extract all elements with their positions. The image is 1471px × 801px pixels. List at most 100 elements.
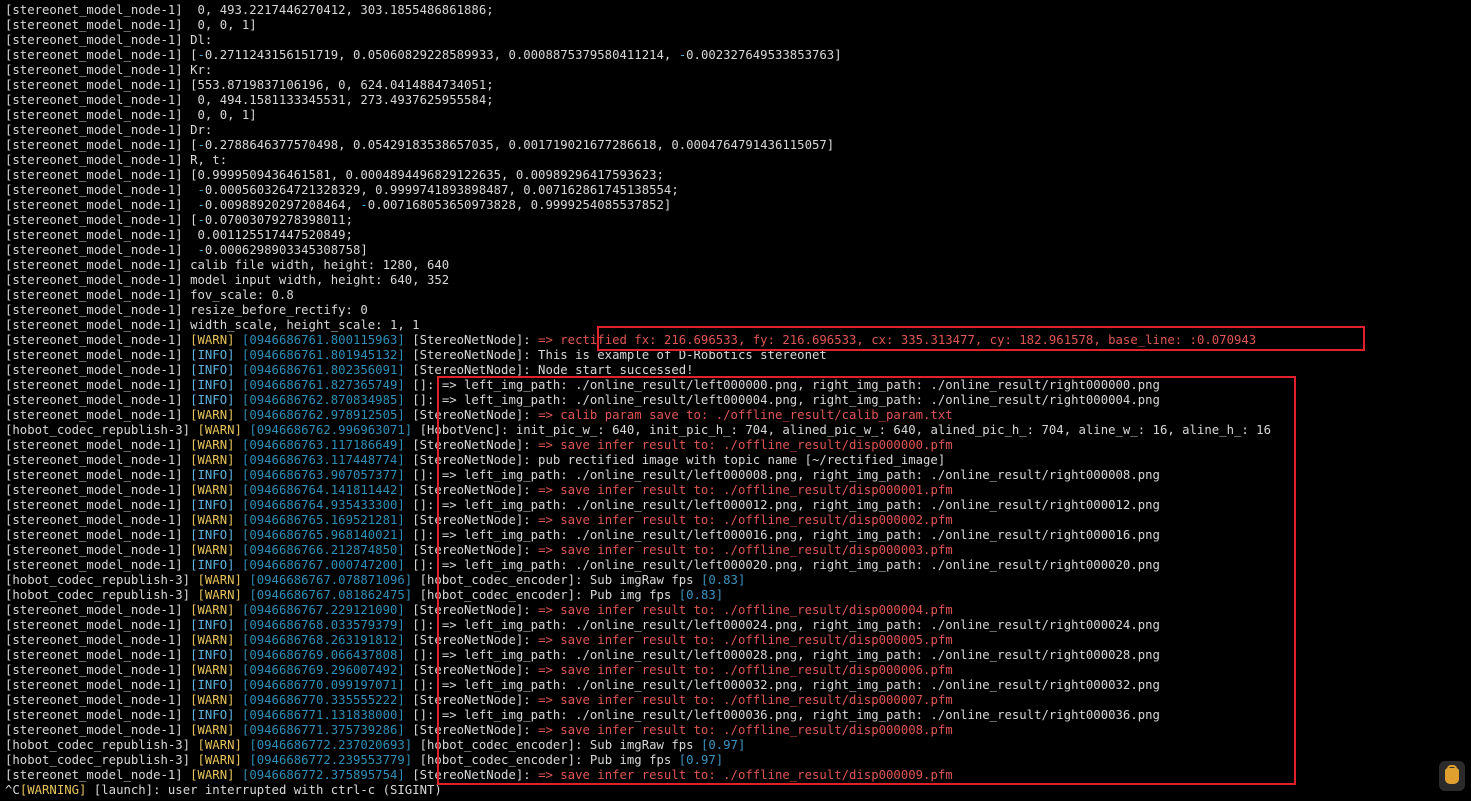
- log-text: [StereoNetNode]:: [404, 438, 539, 452]
- log-text: [stereonet_model_node-1] [: [5, 138, 198, 152]
- log-text: [stereonet_model_node-1]: [5, 663, 191, 677]
- log-text: [stereonet_model_node-1]: [5, 543, 191, 557]
- log-text: 0.002327649533853763]: [686, 48, 842, 62]
- log-text: [stereonet_model_node-1]: [5, 558, 191, 572]
- log-text: [stereonet_model_node-1]: [5, 693, 191, 707]
- terminal-line: [stereonet_model_node-1] calib file widt…: [5, 258, 1450, 273]
- log-text: []: => left_img_path: ./online_result/le…: [404, 468, 1160, 482]
- log-text: [stereonet_model_node-1] model input wid…: [5, 273, 450, 287]
- assistant-button[interactable]: [1439, 761, 1465, 791]
- log-text: [StereoNetNode]: Node start successed!: [404, 363, 694, 377]
- log-text: [stereonet_model_node-1]: [5, 363, 191, 377]
- log-text: [stereonet_model_node-1]: [5, 483, 191, 497]
- log-level-info: [INFO]: [190, 348, 235, 362]
- terminal-output[interactable]: [stereonet_model_node-1] 0, 493.22174462…: [5, 3, 1450, 801]
- log-text: [launch]: user interrupted with ctrl-c (…: [86, 783, 442, 797]
- log-text: [stereonet_model_node-1] 0, 493.22174462…: [5, 3, 494, 17]
- log-level-warn: [WARN]: [190, 723, 235, 737]
- log-text: []: => left_img_path: ./online_result/le…: [404, 648, 1160, 662]
- terminal-line: [stereonet_model_node-1] [WARN] [0946686…: [5, 633, 1450, 648]
- log-text: [stereonet_model_node-1] [0.999950943646…: [5, 168, 664, 182]
- log-timestamp: [0946686772.237020693]: [249, 738, 413, 752]
- log-level-info: [INFO]: [190, 363, 235, 377]
- minus-sign: -: [197, 198, 205, 212]
- fps-value: [0.83]: [700, 573, 746, 587]
- terminal-line: [stereonet_model_node-1] [INFO] [0946686…: [5, 498, 1450, 513]
- log-text: [stereonet_model_node-1]: [5, 723, 191, 737]
- log-level-warn: [WARN]: [190, 603, 235, 617]
- minus-sign: -: [197, 183, 205, 197]
- log-text: [stereonet_model_node-1] 0, 0, 1]: [5, 18, 257, 32]
- log-text: [stereonet_model_node-1]: [5, 603, 191, 617]
- log-text: 0.2711243156151719, 0.05060829228589933,…: [204, 48, 679, 62]
- log-level-warn: [WARN]: [190, 768, 235, 782]
- log-text: [StereoNetNode]:: [404, 513, 539, 527]
- log-text: [stereonet_model_node-1]: [5, 408, 191, 422]
- log-timestamp: [0946686761.802356091]: [241, 363, 405, 377]
- log-text: [StereoNetNode]:: [404, 483, 539, 497]
- log-timestamp: [0946686762.978912505]: [241, 408, 405, 422]
- log-level-warn: [WARN]: [190, 543, 235, 557]
- log-timestamp: [0946686764.141811442]: [241, 483, 405, 497]
- log-timestamp: [0946686762.996963071]: [249, 423, 413, 437]
- log-text: 0.2788646377570498, 0.05429183538657035,…: [204, 138, 835, 152]
- log-text: [stereonet_model_node-1]: [5, 618, 191, 632]
- log-highlight-text: => save infer result to: ./offline_resul…: [538, 768, 953, 782]
- log-text: [StereoNetNode]:: [404, 408, 539, 422]
- log-text: [stereonet_model_node-1] 0, 0, 1]: [5, 108, 257, 122]
- terminal-line: ^C[WARNING] [launch]: user interrupted w…: [5, 783, 1450, 798]
- log-text: [hobot_codec_republish-3]: [5, 753, 198, 767]
- log-timestamp: [0946686761.801945132]: [241, 348, 405, 362]
- log-level-warn: [WARN]: [197, 753, 242, 767]
- scrollbar-thumb[interactable]: [1462, 6, 1468, 786]
- log-level-warn: [WARN]: [190, 483, 235, 497]
- terminal-line: [stereonet_model_node-1] [INFO] [0946686…: [5, 678, 1450, 693]
- assistant-icon: [1445, 765, 1459, 784]
- log-highlight-text: => rectified fx: 216.696533, fy: 216.696…: [538, 333, 1257, 347]
- log-text: [stereonet_model_node-1]: [5, 678, 191, 692]
- log-level-info: [INFO]: [190, 468, 235, 482]
- log-text: 0.07003079278398011;: [204, 213, 353, 227]
- log-text: [stereonet_model_node-1] fov_scale: 0.8: [5, 288, 294, 302]
- log-level-warn: [WARN]: [190, 633, 235, 647]
- terminal-line: [stereonet_model_node-1] [WARN] [0946686…: [5, 483, 1450, 498]
- log-text: [hobot_codec_republish-3]: [5, 573, 198, 587]
- terminal-line: [hobot_codec_republish-3] [WARN] [094668…: [5, 423, 1450, 438]
- log-text: [stereonet_model_node-1]: [5, 648, 191, 662]
- terminal-line: [stereonet_model_node-1] [WARN] [0946686…: [5, 603, 1450, 618]
- log-timestamp: [0946686763.907057377]: [241, 468, 405, 482]
- terminal-line: [stereonet_model_node-1] [INFO] [0946686…: [5, 468, 1450, 483]
- terminal-line: [hobot_codec_republish-3] [WARN] [094668…: [5, 753, 1450, 768]
- minus-sign: -: [360, 198, 368, 212]
- log-level-info: [INFO]: [190, 618, 235, 632]
- log-level-warn: [WARN]: [190, 663, 235, 677]
- log-text: [StereoNetNode]: This is example of D-Ro…: [404, 348, 827, 362]
- log-text: [StereoNetNode]:: [404, 693, 539, 707]
- terminal-line: [stereonet_model_node-1] 0, 0, 1]: [5, 108, 1450, 123]
- log-text: [stereonet_model_node-1]: [5, 243, 198, 257]
- scrollbar[interactable]: [1456, 0, 1471, 801]
- terminal-line: [stereonet_model_node-1] [-0.07003079278…: [5, 213, 1450, 228]
- log-text: []: => left_img_path: ./online_result/le…: [404, 498, 1160, 512]
- log-highlight-text: => save infer result to: ./offline_resul…: [538, 663, 953, 677]
- log-level-info: [INFO]: [190, 558, 235, 572]
- log-text: [stereonet_model_node-1]: [5, 633, 191, 647]
- log-timestamp: [0946686762.870834985]: [241, 393, 405, 407]
- log-timestamp: [0946686764.935433300]: [241, 498, 405, 512]
- terminal-line: [stereonet_model_node-1] [INFO] [0946686…: [5, 528, 1450, 543]
- log-level-info: [INFO]: [190, 708, 235, 722]
- log-level-warn: [WARN]: [190, 453, 235, 467]
